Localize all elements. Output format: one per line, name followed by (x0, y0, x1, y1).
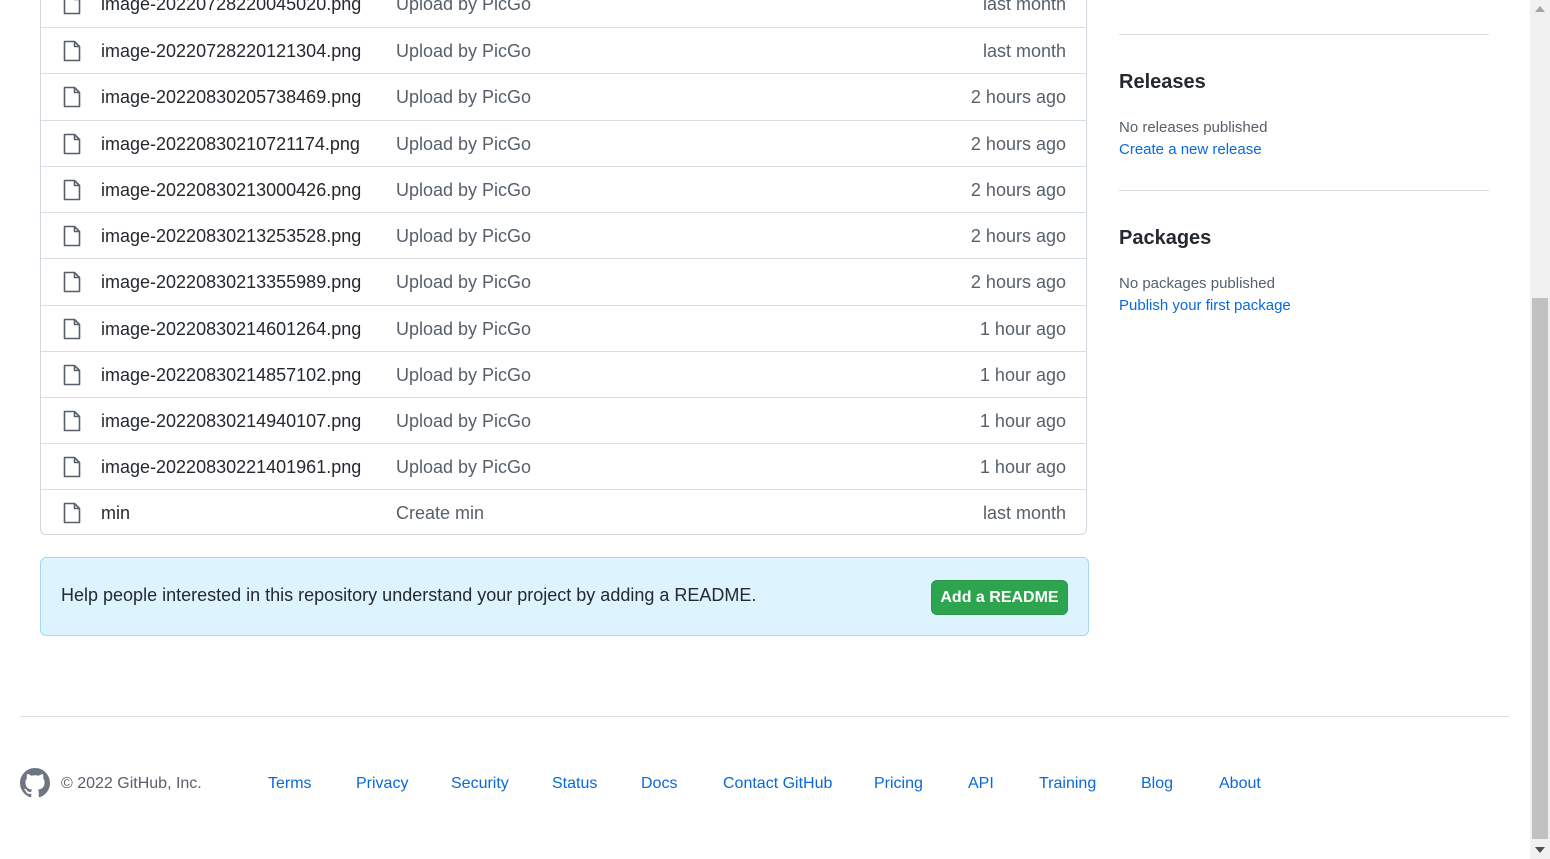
scrollbar-thumb[interactable] (1532, 298, 1548, 839)
file-name[interactable]: image-20220728220045020.png (101, 0, 361, 27)
file-icon (63, 86, 81, 108)
file-icon (63, 133, 81, 155)
commit-age: last month (982, 503, 1066, 523)
file-name[interactable]: image-20220830214601264.png (101, 306, 361, 352)
add-readme-banner: Help people interested in this repositor… (40, 557, 1089, 636)
file-icon (63, 318, 81, 340)
file-name[interactable]: image-20220830214940107.png (101, 398, 361, 444)
scroll-up-arrow-icon[interactable] (1535, 6, 1545, 12)
file-row[interactable]: image-20220830210721174.png Upload by Pi… (41, 120, 1086, 166)
file-icon (63, 225, 81, 247)
file-name[interactable]: image-20220830221401961.png (101, 444, 361, 490)
file-row[interactable]: image-20220830213253528.png Upload by Pi… (41, 212, 1086, 258)
file-list: image-20220728220045020.png Upload by Pi… (40, 0, 1087, 535)
packages-heading[interactable]: Packages (1119, 227, 1211, 250)
file-row[interactable]: image-20220830213355989.png Upload by Pi… (41, 258, 1086, 304)
footer-link-blog[interactable]: Blog (1141, 775, 1173, 793)
commit-age: last month (982, 0, 1066, 14)
file-row[interactable]: image-20220830214857102.png Upload by Pi… (41, 351, 1086, 397)
file-row[interactable]: image-20220830214601264.png Upload by Pi… (41, 305, 1086, 351)
scroll-down-arrow-icon[interactable] (1535, 847, 1545, 853)
file-row[interactable]: image-20220830214940107.png Upload by Pi… (41, 397, 1086, 443)
file-icon (63, 179, 81, 201)
footer-link-security[interactable]: Security (451, 775, 509, 793)
commit-message[interactable]: Create min (396, 490, 484, 534)
sidebar-divider (1119, 34, 1489, 35)
footer-link-contact[interactable]: Contact GitHub (723, 775, 832, 793)
packages-empty-text: No packages published (1119, 275, 1275, 292)
file-row[interactable]: image-20220728220045020.png Upload by Pi… (41, 0, 1086, 27)
footer-link-about[interactable]: About (1219, 775, 1261, 793)
readme-prompt-text: Help people interested in this repositor… (61, 585, 757, 605)
commit-age: 1 hour ago (979, 319, 1066, 339)
footer-link-docs[interactable]: Docs (641, 775, 677, 793)
publish-package-link[interactable]: Publish your first package (1119, 297, 1291, 314)
commit-message[interactable]: Upload by PicGo (396, 121, 531, 167)
file-icon (63, 410, 81, 432)
footer-link-pricing[interactable]: Pricing (874, 775, 923, 793)
file-icon (63, 271, 81, 293)
commit-message[interactable]: Upload by PicGo (396, 259, 531, 305)
commit-age: last month (982, 41, 1066, 61)
file-icon (63, 0, 81, 15)
releases-empty-text: No releases published (1119, 119, 1268, 136)
commit-age: 2 hours ago (970, 87, 1066, 107)
commit-message[interactable]: Upload by PicGo (396, 74, 531, 120)
file-name[interactable]: image-20220830213253528.png (101, 213, 361, 259)
commit-age: 2 hours ago (970, 180, 1066, 200)
file-name[interactable]: image-20220830213355989.png (101, 259, 361, 305)
vertical-scrollbar[interactable] (1530, 0, 1550, 859)
file-icon (63, 456, 81, 478)
file-name[interactable]: image-20220728220121304.png (101, 28, 361, 74)
file-icon (63, 40, 81, 62)
commit-message[interactable]: Upload by PicGo (396, 213, 531, 259)
footer-copyright: © 2022 GitHub, Inc. (61, 775, 202, 792)
commit-age: 2 hours ago (970, 272, 1066, 292)
releases-heading[interactable]: Releases (1119, 71, 1206, 94)
file-name[interactable]: image-20220830214857102.png (101, 352, 361, 398)
footer-link-terms[interactable]: Terms (268, 775, 312, 793)
commit-message[interactable]: Upload by PicGo (396, 352, 531, 398)
commit-message[interactable]: Upload by PicGo (396, 28, 531, 74)
file-name[interactable]: min (101, 490, 130, 534)
file-icon (63, 364, 81, 386)
commit-message[interactable]: Upload by PicGo (396, 444, 531, 490)
file-row[interactable]: min Create min last month (41, 489, 1086, 534)
footer-divider (20, 716, 1509, 717)
footer-link-api[interactable]: API (968, 775, 994, 793)
file-row[interactable]: image-20220830205738469.png Upload by Pi… (41, 73, 1086, 119)
create-release-link[interactable]: Create a new release (1119, 141, 1262, 158)
footer-link-status[interactable]: Status (552, 775, 597, 793)
commit-age: 1 hour ago (979, 365, 1066, 385)
commit-message[interactable]: Upload by PicGo (396, 0, 531, 27)
commit-message[interactable]: Upload by PicGo (396, 306, 531, 352)
commit-age: 1 hour ago (979, 411, 1066, 431)
footer-link-training[interactable]: Training (1039, 775, 1096, 793)
github-mark-icon[interactable] (20, 768, 50, 798)
file-row[interactable]: image-20220830221401961.png Upload by Pi… (41, 443, 1086, 489)
sidebar-divider (1119, 190, 1489, 191)
file-name[interactable]: image-20220830210721174.png (101, 121, 360, 167)
add-readme-button[interactable]: Add a README (931, 580, 1068, 615)
commit-age: 1 hour ago (979, 457, 1066, 477)
file-name[interactable]: image-20220830213000426.png (101, 167, 361, 213)
file-name[interactable]: image-20220830205738469.png (101, 74, 361, 120)
commit-message[interactable]: Upload by PicGo (396, 398, 531, 444)
commit-message[interactable]: Upload by PicGo (396, 167, 531, 213)
file-row[interactable]: image-20220728220121304.png Upload by Pi… (41, 27, 1086, 73)
commit-age: 2 hours ago (970, 226, 1066, 246)
file-row[interactable]: image-20220830213000426.png Upload by Pi… (41, 166, 1086, 212)
file-icon (63, 502, 81, 524)
footer-link-privacy[interactable]: Privacy (356, 775, 408, 793)
commit-age: 2 hours ago (970, 134, 1066, 154)
